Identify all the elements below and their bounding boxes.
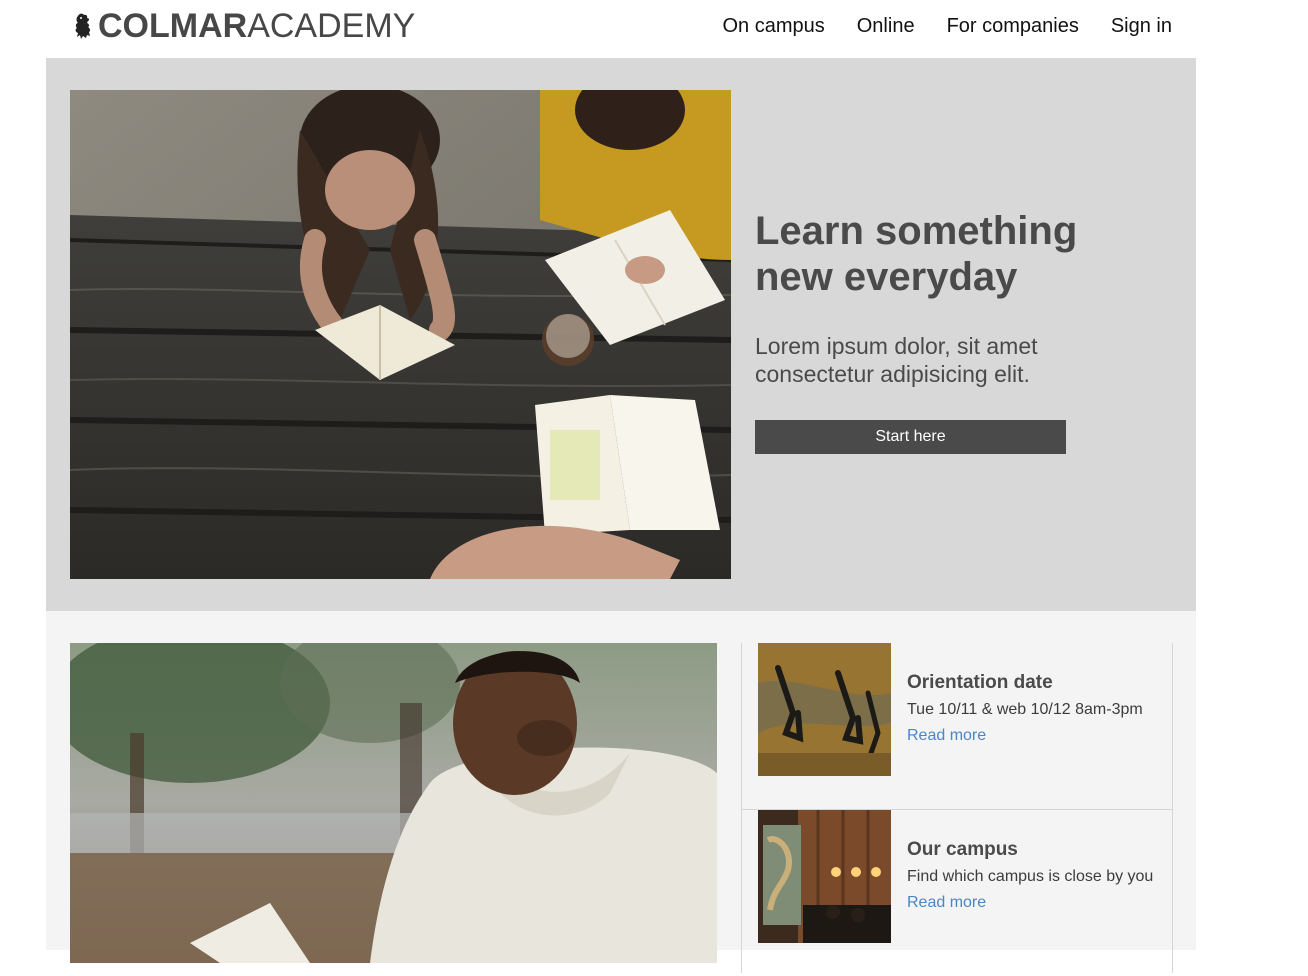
hero-section: Learn something new everyday Lorem ipsum… [46, 58, 1196, 611]
logo-text-light: ACADEMY [247, 7, 416, 45]
hero-image [70, 90, 731, 579]
logo-text-bold: COLMAR [98, 7, 248, 45]
news-description: Find which campus is close by you [907, 868, 1154, 885]
orientation-text: Orientation date Tue 10/11 & web 10/12 8… [907, 671, 1167, 747]
nav-link-online[interactable]: Online [857, 12, 915, 40]
nav-link-for-companies[interactable]: For companies [947, 12, 1079, 40]
site-header: COLMARACADEMY On campus Online For compa… [0, 0, 1308, 58]
news-title: Orientation date [907, 672, 1053, 693]
news-title: Our campus [907, 839, 1018, 860]
news-list: Orientation date Tue 10/11 & web 10/12 8… [741, 643, 1173, 973]
logo-text: COLMARACADEMY [98, 6, 415, 46]
hero-copy: Learn something new everyday Lorem ipsum… [755, 208, 1155, 454]
content-section: Orientation date Tue 10/11 & web 10/12 8… [46, 611, 1196, 973]
start-here-button[interactable]: Start here [755, 420, 1066, 454]
main-nav: On campus Online For companies Sign in [722, 12, 1172, 40]
read-more-link[interactable]: Read more [907, 725, 986, 747]
hero-title: Learn something new everyday [755, 209, 1078, 299]
news-item-orientation: Orientation date Tue 10/11 & web 10/12 8… [742, 643, 1172, 810]
nav-link-on-campus[interactable]: On campus [722, 12, 824, 40]
campus-text: Our campus Find which campus is close by… [907, 838, 1167, 914]
hero-subtitle: Lorem ipsum dolor, sit amet consectetur … [755, 333, 1038, 387]
lion-icon [72, 12, 94, 40]
campus-thumbnail[interactable] [758, 810, 891, 943]
read-more-link[interactable]: Read more [907, 892, 986, 914]
news-description: Tue 10/11 & web 10/12 8am-3pm [907, 701, 1143, 718]
nav-link-sign-in[interactable]: Sign in [1111, 12, 1172, 40]
feature-image [70, 643, 717, 963]
logo[interactable]: COLMARACADEMY [72, 6, 415, 46]
news-item-campus: Our campus Find which campus is close by… [742, 810, 1172, 976]
orientation-thumbnail[interactable] [758, 643, 891, 776]
